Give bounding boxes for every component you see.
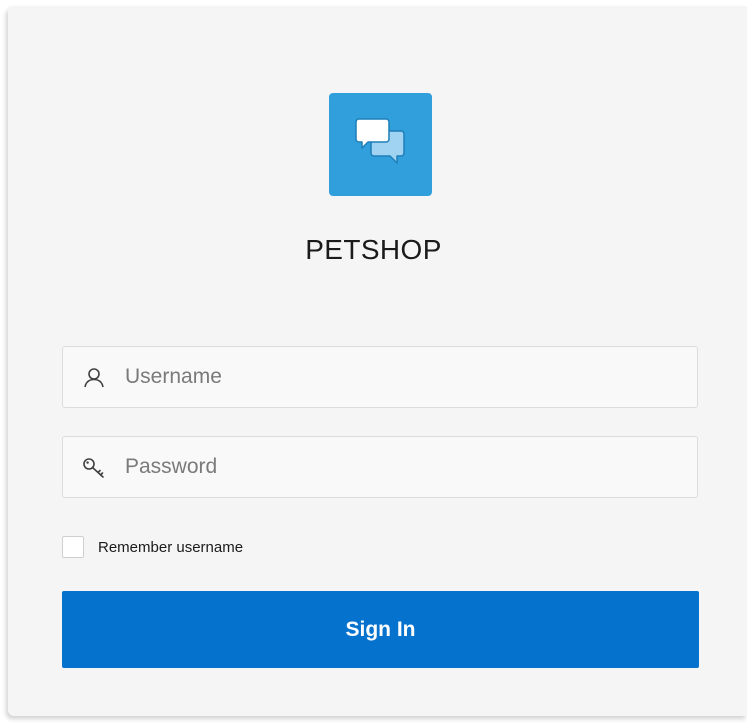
remember-username-label: Remember username [98,539,244,556]
chat-bubbles-icon [355,118,405,164]
key-icon [83,458,104,478]
login-card: PETSHOP Remember username Sign In [8,6,747,716]
password-field[interactable] [62,436,698,498]
user-icon [84,368,104,388]
sign-in-button[interactable]: Sign In [62,591,699,668]
password-input[interactable] [125,437,685,497]
app-logo [329,93,432,196]
app-title: PETSHOP [305,234,442,265]
username-input[interactable] [125,347,685,407]
username-field[interactable] [62,346,698,408]
remember-username-checkbox[interactable] [62,536,84,558]
